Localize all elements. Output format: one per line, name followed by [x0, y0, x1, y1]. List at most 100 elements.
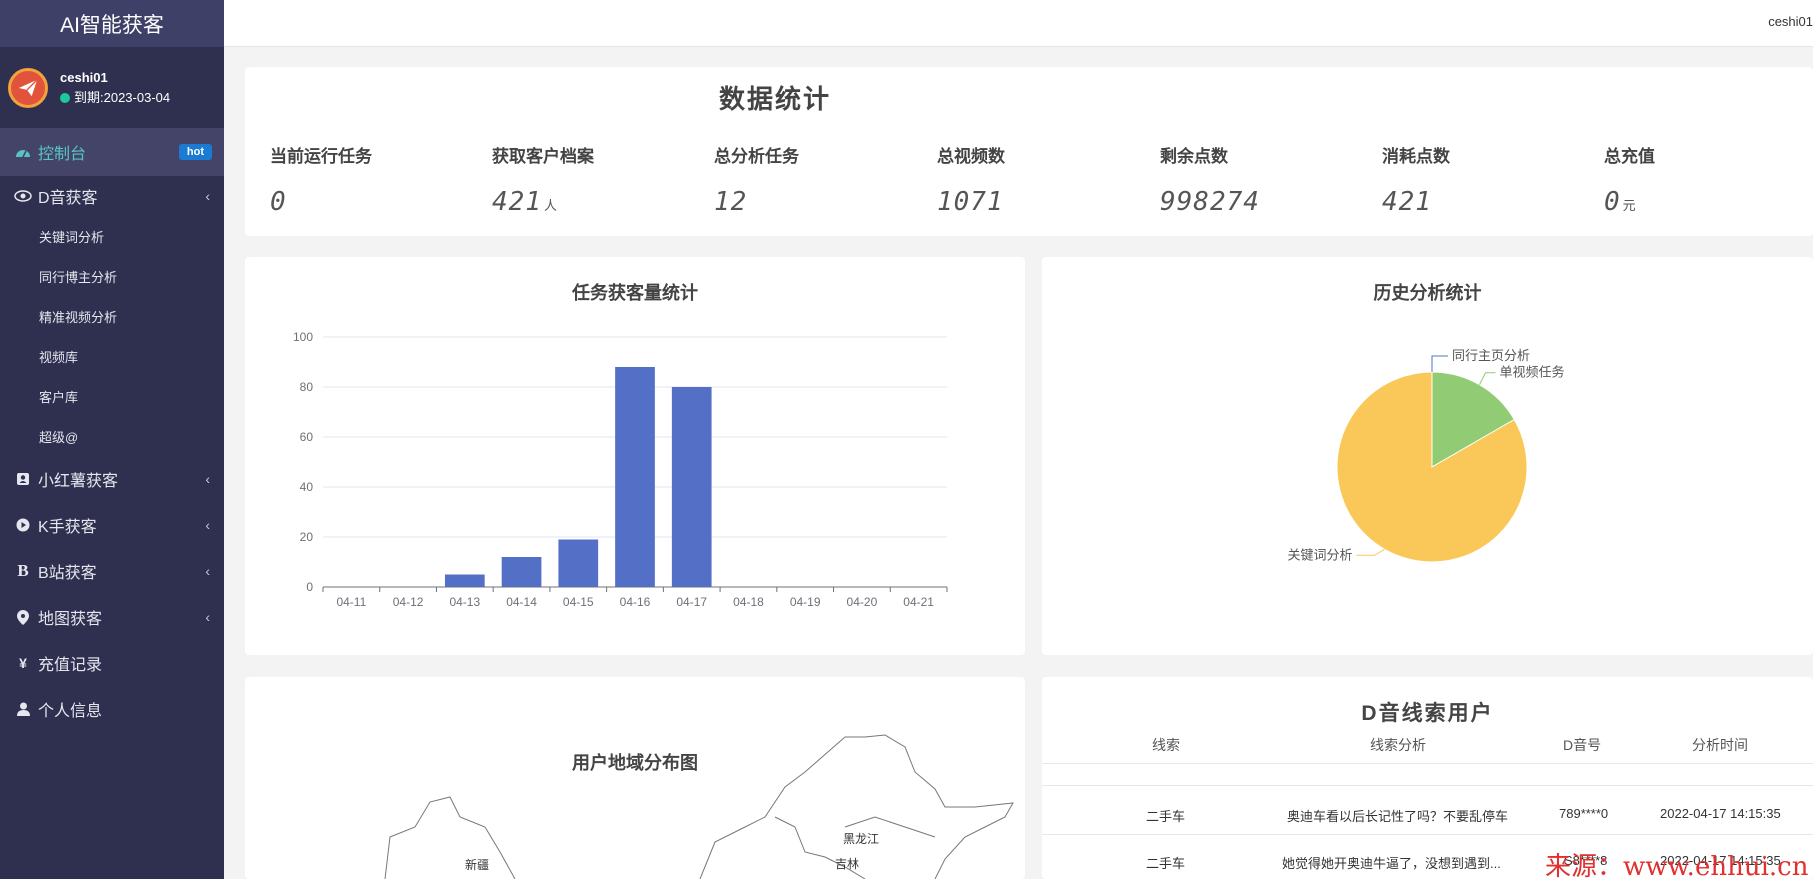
stat-label: 获取客户档案	[492, 147, 594, 166]
stat-unit: 人	[543, 198, 558, 213]
pie-label: 同行主页分析	[1452, 348, 1530, 363]
stat-number: 0	[1604, 187, 1621, 217]
map-pin-icon	[14, 609, 32, 625]
stat-total-recharge: 总充值 0元	[1604, 142, 1804, 217]
stat-label: 消耗点数	[1382, 147, 1450, 166]
user-icon	[14, 702, 32, 716]
user-expiry: 到期:2023-03-04	[60, 88, 170, 108]
chevron-left-icon: ‹	[205, 563, 210, 579]
brand-title[interactable]: AI智能获客	[0, 0, 224, 47]
stat-total-videos: 总视频数 1071	[937, 142, 1137, 217]
table-header[interactable]: D音号	[1563, 735, 1601, 755]
stat-consumed-points: 消耗点数 421	[1382, 142, 1582, 217]
bar	[501, 557, 542, 587]
stat-number: 12	[714, 187, 748, 217]
sidebar-item-bilibili[interactable]: B B站获客 ‹	[0, 548, 224, 594]
bar	[558, 539, 599, 587]
china-map[interactable]: 新疆 黑龙江 吉林	[245, 677, 1025, 879]
sidebar-item-label: B站获客	[38, 565, 97, 582]
top-user-menu[interactable]: ceshi01	[1768, 14, 1813, 29]
sidebar-item-profile[interactable]: 个人信息	[0, 686, 224, 732]
chevron-left-icon: ‹	[205, 609, 210, 625]
stat-value: 12	[714, 187, 914, 217]
sidebar: AI智能获客 ceshi01 到期:2023-03-04 控制台 hot D音获…	[0, 0, 224, 879]
stat-value: 421	[1382, 187, 1582, 217]
stat-number: 998274	[1160, 187, 1260, 217]
sidebar-item-label: K手获客	[38, 519, 97, 536]
stat-remaining-points: 剩余点数 998274	[1160, 142, 1360, 217]
bar	[444, 574, 485, 587]
stat-number: 1071	[937, 187, 1004, 217]
table-header[interactable]: 分析时间	[1692, 735, 1748, 755]
stat-unit: 元	[1622, 198, 1637, 213]
bar	[671, 387, 712, 587]
yen-icon: ¥	[19, 655, 27, 671]
table-cell: 二手车	[1146, 809, 1186, 824]
chevron-left-icon: ‹	[205, 471, 210, 487]
y-tick-label: 40	[300, 480, 314, 494]
y-tick-label: 80	[300, 380, 314, 394]
stat-value: 0	[270, 187, 470, 217]
pie-chart[interactable]: 同行主页分析单视频任务关键词分析	[1042, 257, 1813, 655]
sidebar-menu: 控制台 hot D音获客 ‹ 关键词分析 同行博主分析 精准视频分析 视频库 客…	[0, 128, 224, 732]
x-tick-label: 04-21	[903, 595, 934, 609]
x-tick-label: 04-11	[336, 595, 366, 609]
online-status-icon	[60, 92, 70, 103]
sidebar-item-label: D音获客	[38, 190, 98, 207]
stat-label: 当前运行任务	[270, 147, 372, 166]
stat-value: 0元	[1604, 187, 1804, 217]
stat-total-analysis: 总分析任务 12	[714, 142, 914, 217]
sidebar-item-douyin[interactable]: D音获客 ‹	[0, 176, 224, 216]
y-tick-label: 0	[306, 580, 313, 594]
table-header[interactable]: 线索	[1152, 735, 1180, 755]
x-tick-label: 04-15	[563, 595, 594, 609]
sidebar-item-label: 控制台	[38, 146, 87, 163]
x-tick-label: 04-12	[393, 595, 424, 609]
map-label-xinjiang: 新疆	[465, 857, 489, 872]
sidebar-item-kuaishou[interactable]: K手获客 ‹	[0, 502, 224, 548]
x-tick-label: 04-14	[506, 595, 537, 609]
avatar[interactable]	[8, 67, 48, 108]
sidebar-item-label: 小红薯获客	[38, 473, 119, 490]
stat-label: 总充值	[1604, 147, 1655, 166]
table-divider	[1042, 785, 1813, 786]
stat-label: 剩余点数	[1160, 147, 1228, 166]
x-tick-label: 04-18	[733, 595, 764, 609]
pie-label-line	[1356, 548, 1385, 556]
stat-value: 421 人	[492, 187, 692, 217]
stat-value: 998274	[1160, 187, 1360, 217]
sidebar-item-recharge[interactable]: ¥ 充值记录	[0, 640, 224, 686]
bar-chart[interactable]: 0 20 40 60 80 100 04-11 04-12 04-13 04-14 04-15 04-…	[245, 257, 1025, 655]
submenu-item-super-at[interactable]: 超级@	[0, 416, 224, 456]
sidebar-item-map[interactable]: 地图获客 ‹	[0, 594, 224, 640]
table-divider	[1042, 834, 1813, 835]
stat-number: 421	[492, 187, 542, 217]
x-tick-label: 04-19	[790, 595, 821, 609]
stat-number: 421	[1382, 187, 1432, 217]
sidebar-item-dashboard[interactable]: 控制台 hot	[0, 128, 224, 176]
user-panel: ceshi01 到期:2023-03-04	[0, 47, 224, 128]
eye-icon	[14, 190, 32, 202]
dashboard-icon	[14, 145, 32, 159]
sidebar-item-xiaohongshu[interactable]: 小红薯获客 ‹	[0, 456, 224, 502]
submenu-item-keyword-analysis[interactable]: 关键词分析	[0, 216, 224, 256]
stat-label: 总分析任务	[714, 147, 799, 166]
table-cell: 789****0	[1559, 806, 1609, 821]
table-header[interactable]: 线索分析	[1370, 735, 1426, 755]
bold-b-icon: B	[17, 561, 29, 580]
y-tick-label: 60	[300, 430, 314, 444]
submenu-item-customer-library[interactable]: 客户库	[0, 376, 224, 416]
submenu-item-video-analysis[interactable]: 精准视频分析	[0, 296, 224, 336]
stats-card: 数据统计 当前运行任务 0 获取客户档案 421 人 总分析任务 12 总视频数 …	[245, 67, 1813, 236]
play-icon	[14, 518, 32, 532]
sidebar-item-label: 地图获客	[38, 611, 103, 628]
submenu-item-video-library[interactable]: 视频库	[0, 336, 224, 376]
douyin-submenu: 关键词分析 同行博主分析 精准视频分析 视频库 客户库 超级@	[0, 216, 224, 456]
stat-label: 总视频数	[937, 147, 1005, 166]
user-name: ceshi01	[60, 69, 108, 85]
stat-customer-profiles: 获取客户档案 421 人	[492, 142, 692, 217]
hot-badge: hot	[178, 144, 212, 160]
expiry-text: 到期:2023-03-04	[74, 89, 171, 105]
submenu-item-peer-blogger-analysis[interactable]: 同行博主分析	[0, 256, 224, 296]
x-tick-label: 04-13	[449, 595, 480, 609]
